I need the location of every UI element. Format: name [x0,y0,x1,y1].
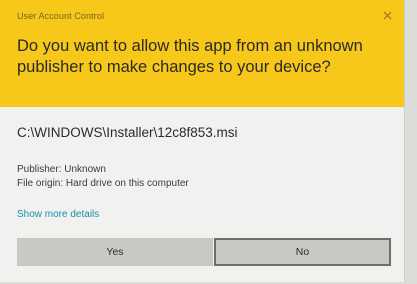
close-button[interactable] [377,6,397,24]
prompt-question: Do you want to allow this app from an un… [17,37,363,76]
no-button[interactable]: No [214,238,391,266]
dialog-header: User Account Control Do you want to allo… [0,0,404,107]
uac-dialog: User Account Control Do you want to allo… [0,0,405,282]
yes-button[interactable]: Yes [17,238,213,266]
close-icon [383,11,392,20]
publisher-info: Publisher: Unknown [17,164,106,175]
file-origin-info: File origin: Hard drive on this computer [17,178,189,189]
dialog-title: User Account Control [17,11,105,21]
program-path: C:\WINDOWS\Installer\12c8f853.msi [17,125,238,140]
show-more-details-link[interactable]: Show more details [17,209,99,220]
